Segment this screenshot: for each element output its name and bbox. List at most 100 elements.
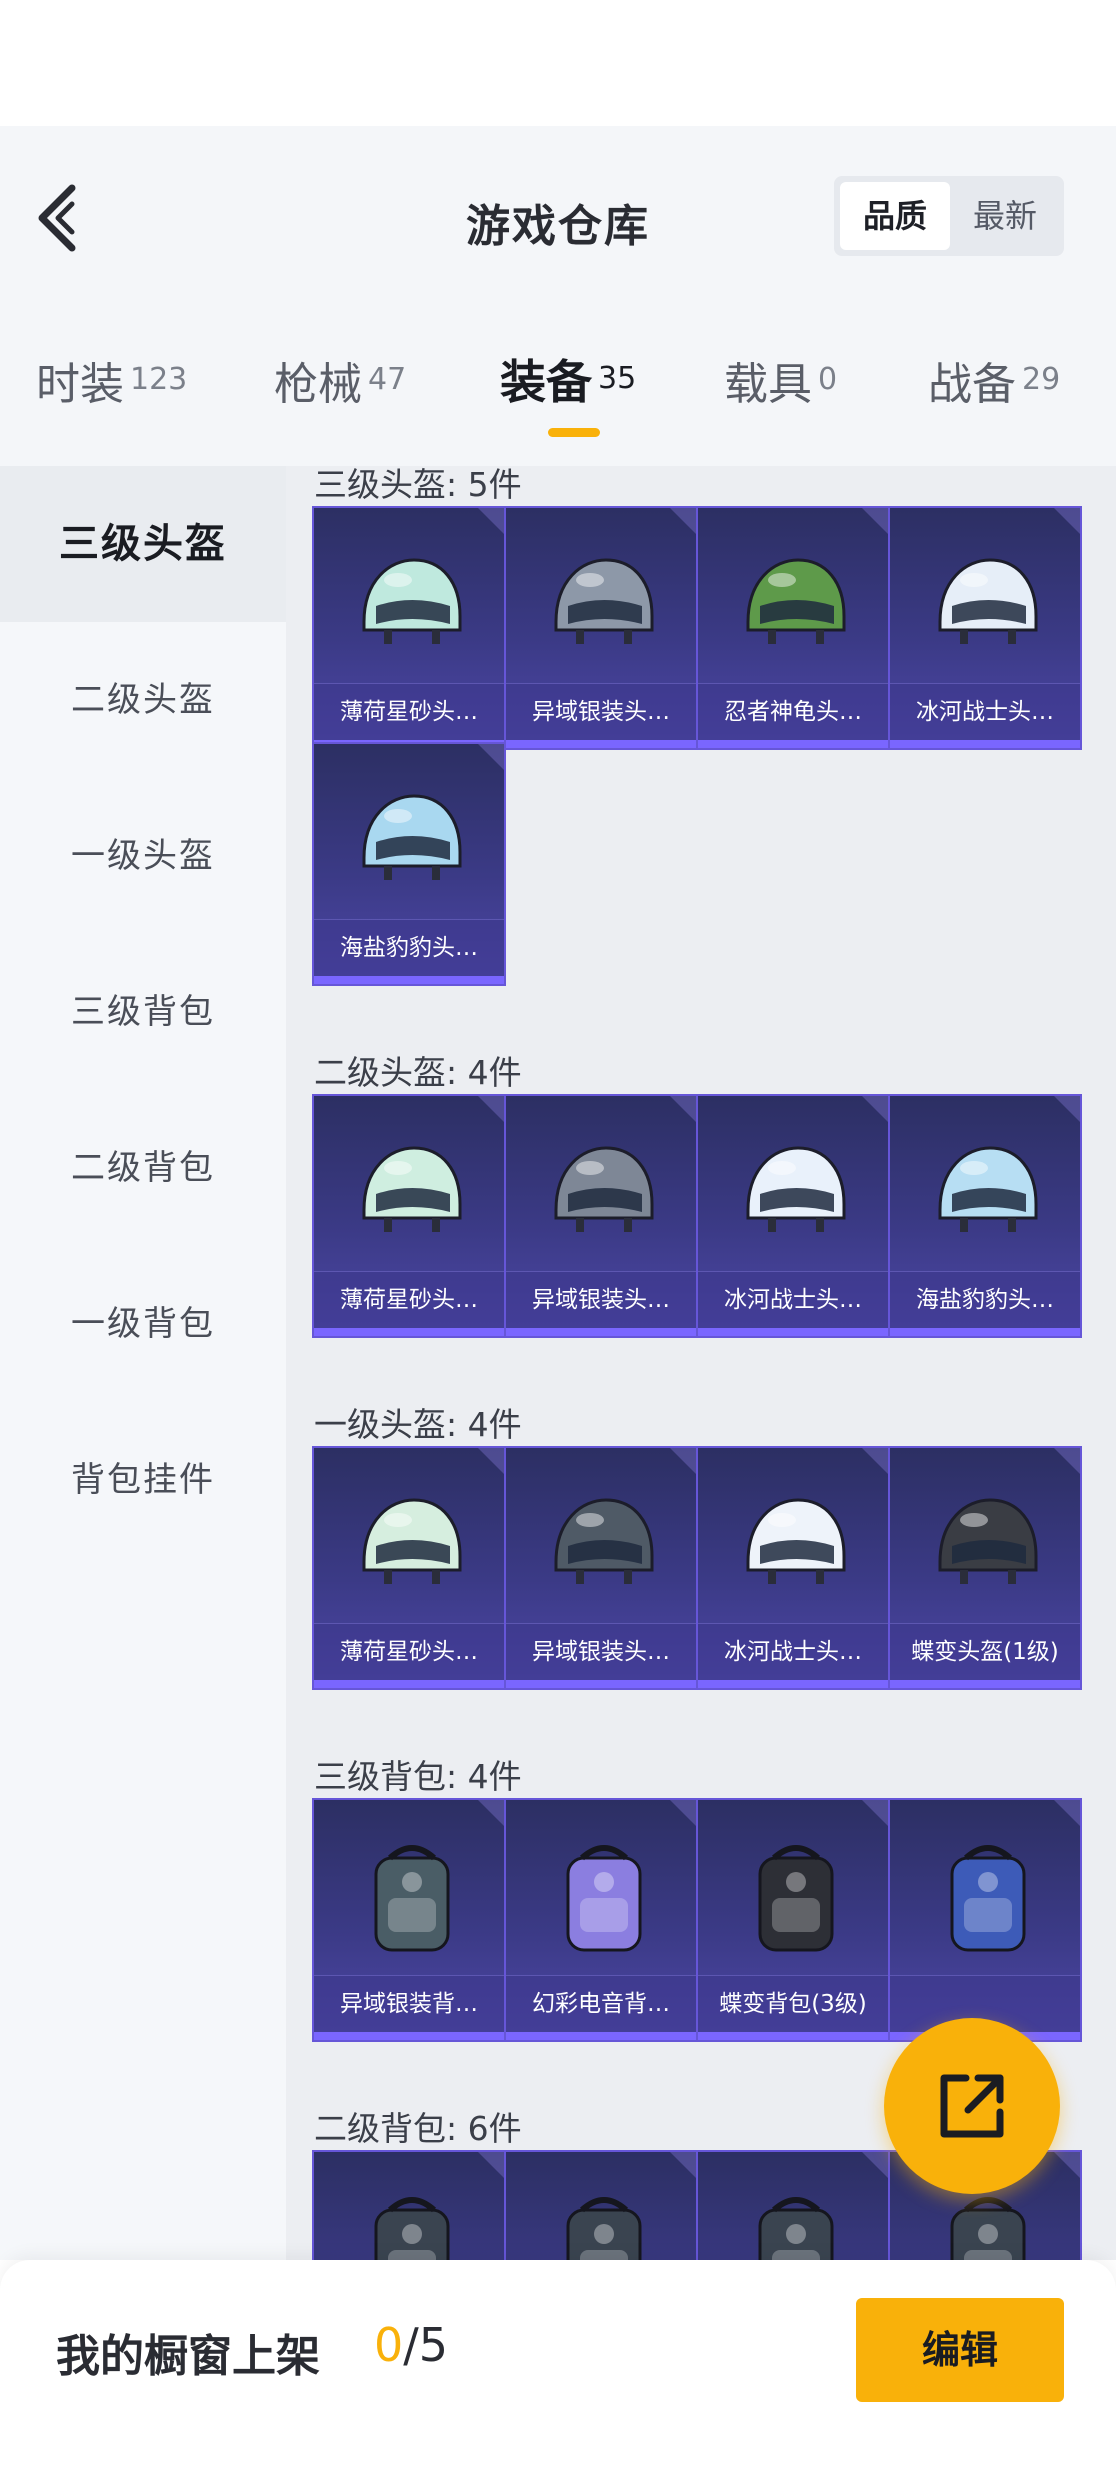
tab-label: 枪械 [274, 359, 362, 410]
item-card[interactable] [696, 2150, 890, 2260]
item-name: 蝶变背包(3级) [698, 1975, 888, 2032]
item-name: 异域银装头… [506, 1623, 696, 1680]
helmet-icon [362, 1498, 462, 1584]
item-name: 薄荷星砂头… [314, 1271, 504, 1328]
item-card[interactable]: 薄荷星砂头… [312, 1094, 506, 1338]
showcase-count: 0/5 [374, 2318, 448, 2372]
section-title: 二级背包: 6件 [314, 2109, 522, 2148]
showcase-label: 我的橱窗上架 [56, 2331, 320, 2382]
card-corner [670, 1096, 696, 1122]
card-corner [1054, 1800, 1080, 1826]
item-card[interactable] [888, 1798, 1082, 2042]
item-card[interactable]: 冰河战士头… [888, 506, 1082, 750]
tab-label: 载具 [724, 359, 812, 410]
section-title: 二级头盔: 4件 [314, 1053, 522, 1092]
item-card[interactable]: 薄荷星砂头… [312, 1446, 506, 1690]
item-name: 幻彩电音背… [506, 1975, 696, 2032]
helmet-icon [554, 1498, 654, 1584]
section-title: 三级头盔: 5件 [314, 466, 522, 504]
helmet-icon [554, 1146, 654, 1232]
backpack-icon [374, 2197, 450, 2260]
item-card[interactable]: 海盐豹豹头… [888, 1094, 1082, 1338]
card-corner [478, 1096, 504, 1122]
helmet-icon [746, 1146, 846, 1232]
card-corner [478, 508, 504, 534]
sort-newest-button[interactable]: 最新 [950, 182, 1060, 250]
edit-button[interactable]: 编辑 [856, 2298, 1064, 2402]
backpack-icon [950, 2197, 1026, 2260]
item-name: 薄荷星砂头… [314, 1623, 504, 1680]
share-button[interactable] [884, 2018, 1060, 2194]
item-card[interactable]: 异域银装头… [504, 1094, 698, 1338]
backpack-icon [758, 1845, 834, 1952]
item-card[interactable]: 海盐豹豹头… [312, 742, 506, 986]
helmet-icon [746, 1498, 846, 1584]
sidebar-item-level1-backpack[interactable]: 一级背包 [0, 1246, 286, 1402]
card-corner [862, 508, 888, 534]
backpack-icon [566, 2197, 642, 2260]
tab-fashion[interactable]: 时装 123 [36, 348, 187, 448]
tab-battle-prep[interactable]: 战备 29 [928, 348, 1060, 448]
card-corner [670, 1448, 696, 1474]
item-card[interactable]: 异域银装头… [504, 506, 698, 750]
item-card[interactable]: 异域银装头… [504, 1446, 698, 1690]
tab-count: 35 [598, 360, 637, 396]
card-corner [862, 1448, 888, 1474]
sort-toggle: 品质 最新 [834, 176, 1064, 256]
card-corner [670, 508, 696, 534]
item-card[interactable] [312, 2150, 506, 2260]
item-card[interactable]: 忍者神龟头… [696, 506, 890, 750]
sidebar-item-backpack-charm[interactable]: 背包挂件 [0, 1402, 286, 1558]
status-bar [0, 0, 1116, 126]
showcase-current: 0 [374, 2318, 404, 2372]
item-card[interactable] [504, 2150, 698, 2260]
card-corner [862, 1800, 888, 1826]
helmet-icon [938, 1146, 1038, 1232]
sort-quality-button[interactable]: 品质 [840, 182, 950, 250]
section-title: 三级背包: 4件 [314, 1757, 522, 1796]
helmet-icon [362, 1146, 462, 1232]
card-corner [1054, 508, 1080, 534]
helmet-icon [554, 558, 654, 644]
item-card[interactable]: 薄荷星砂头… [312, 506, 506, 750]
item-card[interactable]: 蝶变头盔(1级) [888, 1446, 1082, 1690]
item-card[interactable]: 冰河战士头… [696, 1094, 890, 1338]
tab-guns[interactable]: 枪械 47 [274, 348, 406, 448]
sidebar-item-level3-helmet[interactable]: 三级头盔 [0, 466, 286, 622]
helmet-icon [746, 558, 846, 644]
card-corner [478, 1448, 504, 1474]
tab-label: 战备 [928, 359, 1016, 410]
section-title: 一级头盔: 4件 [314, 1405, 522, 1444]
item-card[interactable]: 幻彩电音背… [504, 1798, 698, 2042]
tab-count: 123 [130, 361, 188, 397]
item-name: 蝶变头盔(1级) [890, 1623, 1080, 1680]
tab-label: 装备 [500, 355, 592, 409]
sidebar-item-level2-helmet[interactable]: 二级头盔 [0, 622, 286, 778]
sidebar-item-level3-backpack[interactable]: 三级背包 [0, 934, 286, 1090]
tab-vehicles[interactable]: 载具 0 [724, 348, 837, 448]
card-corner [670, 1800, 696, 1826]
item-name: 异域银装头… [506, 1271, 696, 1328]
item-name: 海盐豹豹头… [890, 1271, 1080, 1328]
card-corner [1054, 1096, 1080, 1122]
item-name: 薄荷星砂头… [314, 683, 504, 740]
tab-count: 29 [1022, 361, 1061, 397]
item-list[interactable]: 三级头盔: 5件 薄荷星砂头… 异域银装头… 忍者神龟头… 冰河战士头… 海盐豹豹头… 二级… [286, 466, 1116, 2260]
item-card[interactable]: 蝶变背包(3级) [696, 1798, 890, 2042]
item-card[interactable]: 冰河战士头… [696, 1446, 890, 1690]
item-name: 异域银装头… [506, 683, 696, 740]
sidebar-item-level2-backpack[interactable]: 二级背包 [0, 1090, 286, 1246]
category-tabs: 时装 123 枪械 47 装备 35 载具 0 战备 29 [0, 340, 1116, 460]
card-corner [862, 2152, 888, 2178]
sidebar: 三级头盔 二级头盔 一级头盔 三级背包 二级背包 一级背包 背包挂件 [0, 466, 286, 2260]
sidebar-item-level1-helmet[interactable]: 一级头盔 [0, 778, 286, 934]
item-name: 海盐豹豹头… [314, 919, 504, 976]
card-corner [478, 2152, 504, 2178]
item-card[interactable]: 异域银装背… [312, 1798, 506, 2042]
card-corner [862, 1096, 888, 1122]
item-name: 异域银装背… [314, 1975, 504, 2032]
item-name: 冰河战士头… [698, 1271, 888, 1328]
backpack-icon [566, 1845, 642, 1952]
card-corner [1054, 2152, 1080, 2178]
helmet-icon [362, 558, 462, 644]
